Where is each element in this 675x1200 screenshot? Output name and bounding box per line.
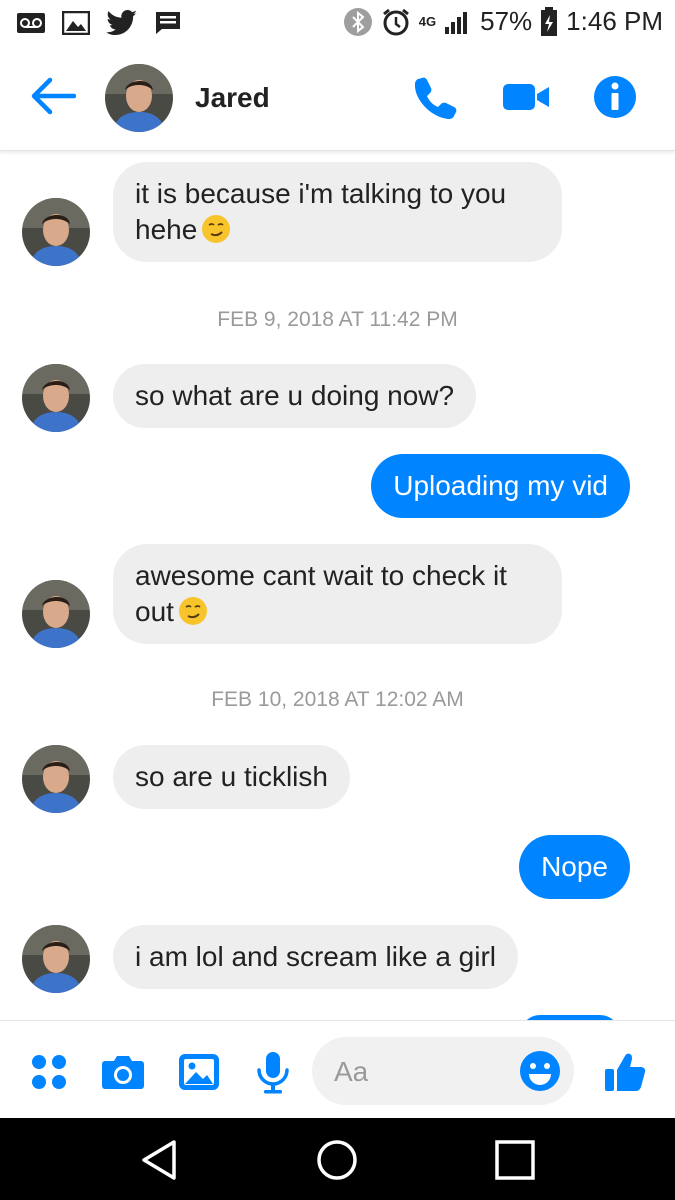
gallery-icon	[62, 11, 90, 35]
info-icon[interactable]	[592, 74, 638, 120]
sender-avatar[interactable]	[22, 745, 90, 813]
back-triangle-icon[interactable]	[136, 1136, 184, 1184]
message-text: Uploading my vid	[393, 470, 608, 501]
video-call-icon[interactable]	[502, 74, 550, 120]
camera-icon[interactable]	[100, 1049, 146, 1095]
timestamp: FEB 9, 2018 AT 11:42 PM	[217, 308, 458, 331]
message-text: Nope	[541, 851, 608, 882]
more-apps-icon[interactable]	[26, 1049, 72, 1095]
like-thumbs-up-icon[interactable]	[602, 1049, 648, 1095]
smirk-emoji-icon	[202, 215, 231, 243]
home-circle-icon[interactable]	[313, 1136, 361, 1184]
conversation-header: Jared	[0, 46, 675, 151]
message-input[interactable]	[332, 1051, 516, 1093]
voicemail-icon	[17, 13, 45, 33]
message-bubble[interactable]: so what are u doing now?	[113, 364, 477, 428]
message-icon	[156, 12, 180, 34]
status-bar: 4G 57% 1:46 PM	[0, 0, 675, 46]
message-bubble[interactable]: i am lol and scream like a girl	[113, 925, 519, 989]
message-thread[interactable]: it is because i'm talking to you hehe FE…	[0, 150, 675, 1020]
clock: 1:46 PM	[566, 6, 663, 36]
signal-icon	[445, 11, 468, 34]
back-arrow-icon[interactable]	[30, 76, 76, 116]
phone-call-icon[interactable]	[412, 74, 458, 120]
gallery-icon[interactable]	[176, 1049, 222, 1095]
network-type: 4G	[418, 14, 437, 29]
contact-name[interactable]: Jared	[195, 82, 270, 114]
message-text: so are u ticklish	[135, 761, 328, 792]
sender-avatar[interactable]	[22, 364, 90, 432]
alarm-icon	[382, 8, 409, 35]
emoji-icon[interactable]	[518, 1049, 562, 1093]
message-text: so what are u doing now?	[135, 380, 455, 411]
android-navigation-bar	[0, 1118, 675, 1200]
composer-bar	[0, 1020, 675, 1119]
notification-icons	[16, 10, 182, 36]
battery-icon	[541, 6, 558, 36]
smirk-emoji-icon	[178, 597, 207, 625]
message-text: it is because i'm talking to you hehe	[135, 178, 507, 245]
sender-avatar[interactable]	[22, 580, 90, 648]
message-bubble[interactable]: awesome cant wait to check it out	[113, 544, 562, 644]
message-bubble[interactable]: so are u ticklish	[113, 745, 350, 809]
recents-square-icon[interactable]	[491, 1136, 539, 1184]
sender-avatar[interactable]	[22, 925, 90, 993]
bluetooth-icon	[343, 7, 372, 36]
message-input-container[interactable]	[312, 1037, 574, 1105]
message-bubble-outgoing[interactable]: Uploading my vid	[371, 454, 630, 518]
sender-avatar[interactable]	[22, 198, 90, 266]
message-text: i am lol and scream like a girl	[135, 941, 497, 972]
contact-avatar[interactable]	[105, 64, 173, 132]
twitter-icon	[106, 10, 137, 35]
system-status: 4G 57% 1:46 PM	[343, 6, 663, 37]
timestamp: FEB 10, 2018 AT 12:02 AM	[211, 688, 464, 711]
battery-percent: 57%	[480, 6, 533, 36]
message-bubble-outgoing[interactable]: Nope	[519, 835, 630, 899]
message-bubble[interactable]: it is because i'm talking to you hehe	[113, 162, 562, 262]
microphone-icon[interactable]	[250, 1049, 296, 1095]
